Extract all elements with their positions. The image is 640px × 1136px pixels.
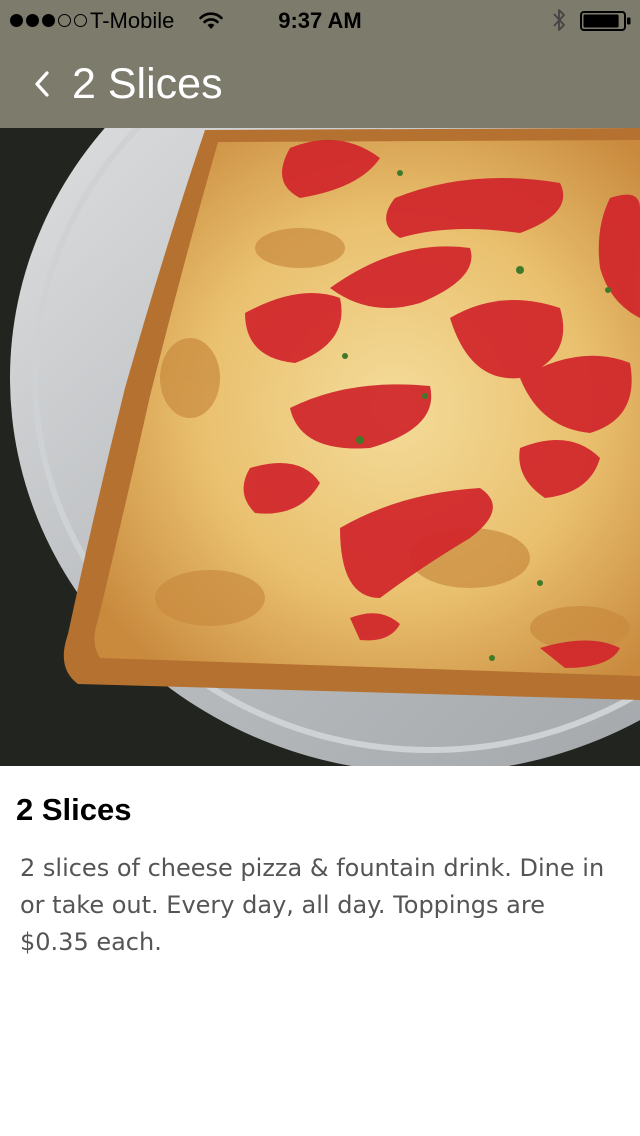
status-bar: T-Mobile 9:37 AM [0,0,640,40]
battery-icon [580,11,631,31]
chevron-left-icon [35,71,49,97]
navigation-bar: 2 Slices [0,40,640,128]
item-detail: 2 Slices 2 slices of cheese pizza & foun… [0,766,640,1136]
status-time: 9:37 AM [278,8,362,33]
top-chrome: T-Mobile 9:37 AM 2 Slices [0,0,640,128]
pizza-photo [0,128,640,766]
screen: T-Mobile 9:37 AM 2 Slices 2 Slices 2 sli… [0,0,640,1136]
back-button[interactable]: 2 Slices [34,40,223,128]
battery-level-fill [583,14,619,28]
bluetooth-icon [553,9,565,31]
item-title: 2 Slices [16,792,132,827]
nav-title: 2 Slices [72,60,223,108]
item-description: 2 slices of cheese pizza & fountain drin… [20,854,605,956]
